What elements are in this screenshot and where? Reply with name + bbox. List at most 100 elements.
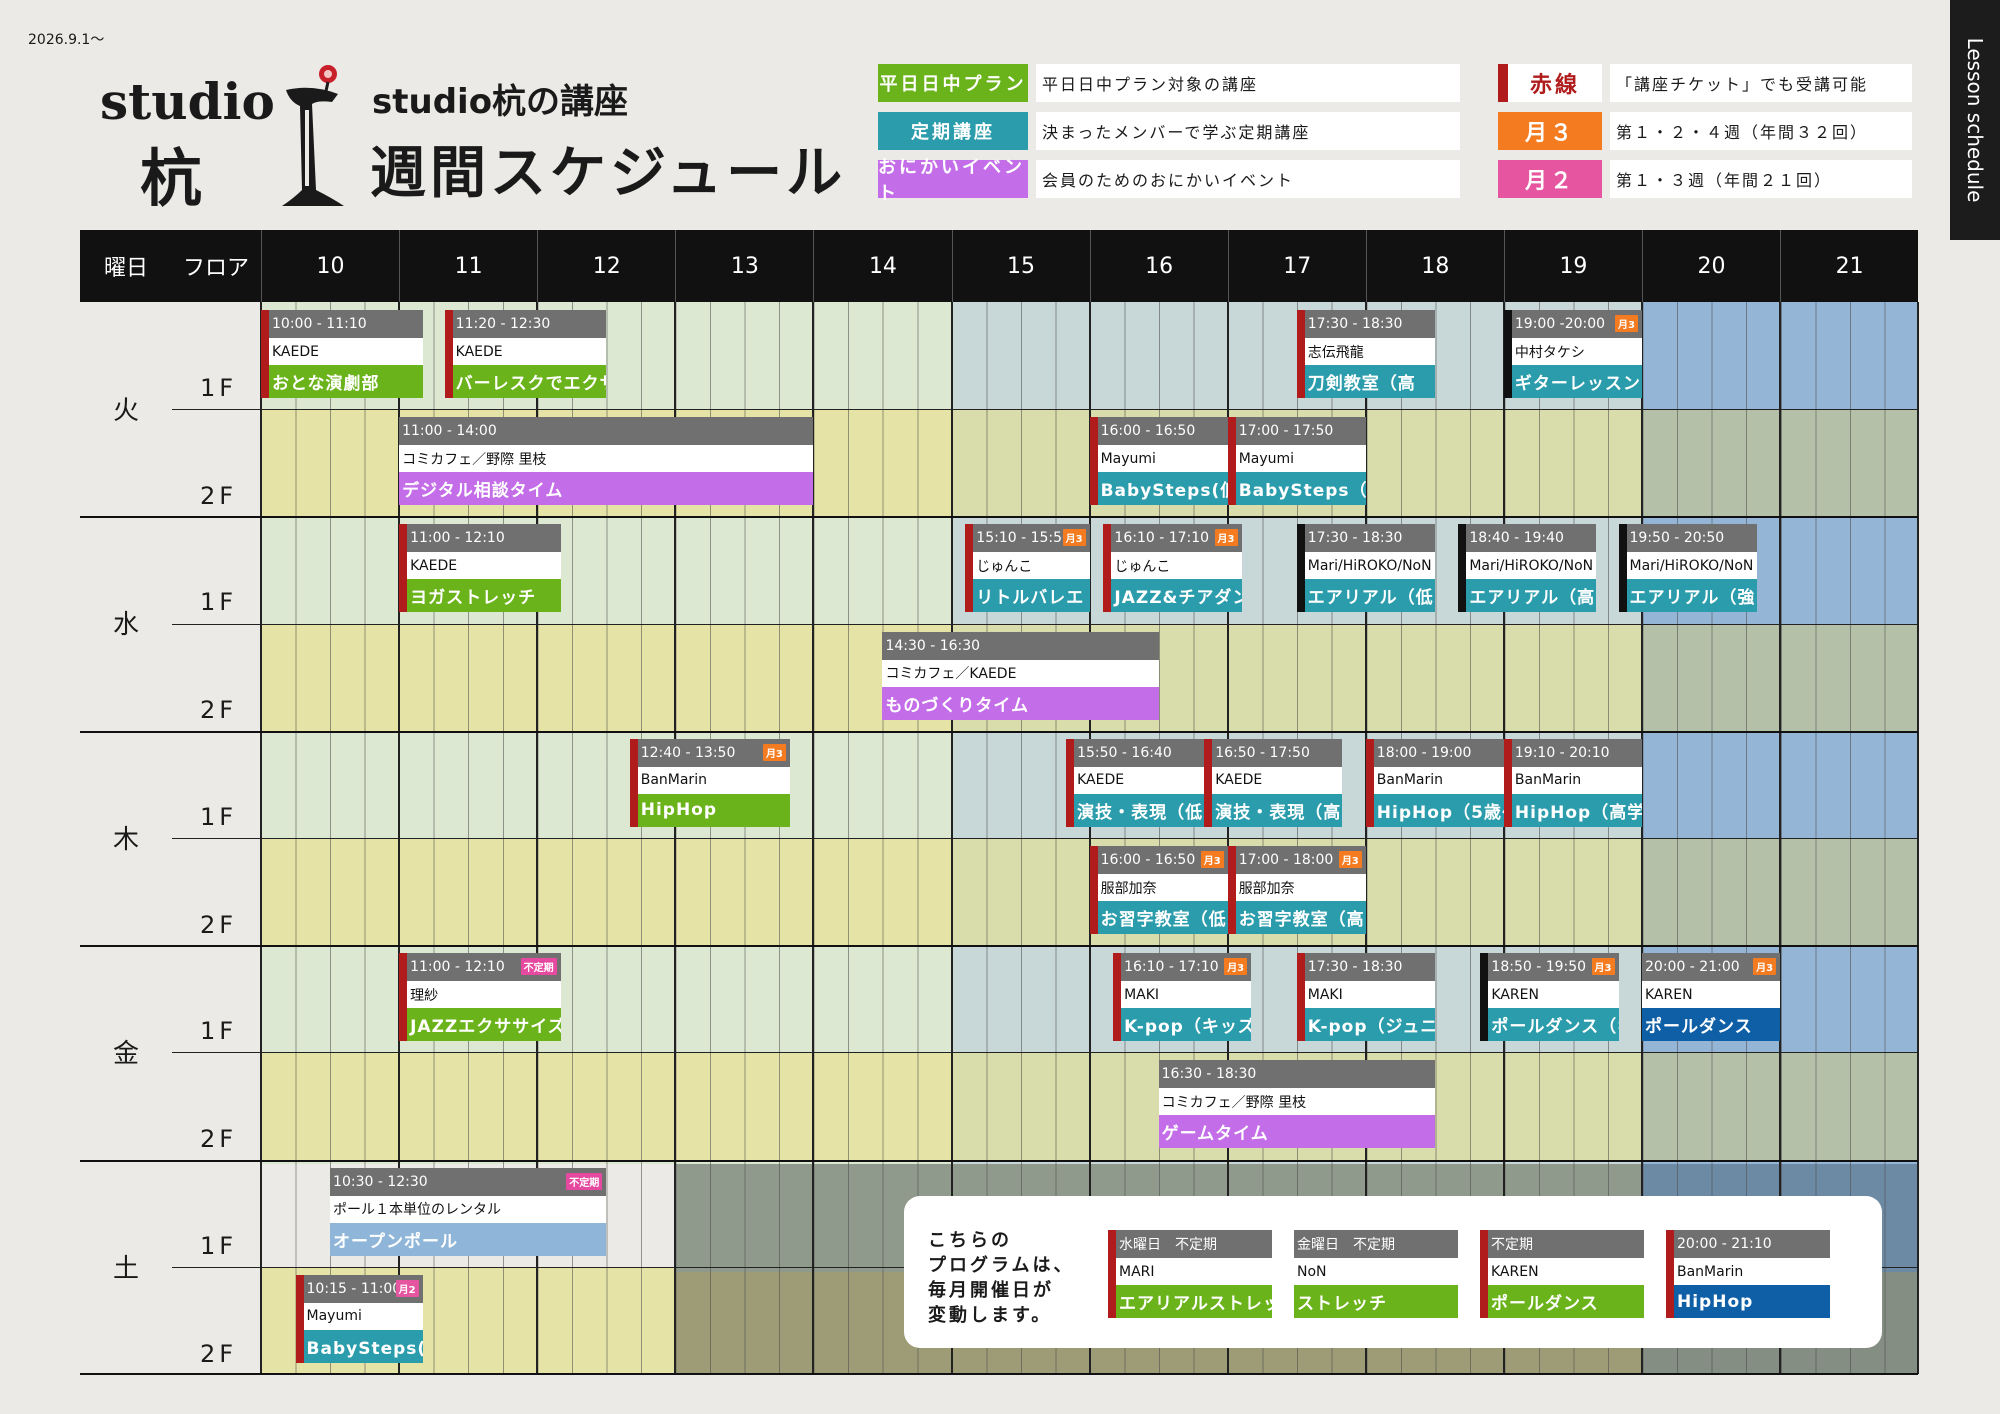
event-card-19[interactable]: 16:00 - 16:50 服部加奈 お習字教室（低 月3 (1089, 846, 1228, 934)
floor-separator (261, 1052, 1918, 1054)
event-course: ポールダンス（キッズ (1488, 1008, 1619, 1042)
event-card-21[interactable]: 11:00 - 12:10 理紗 JAZZエクササイズ 不定期 (399, 953, 561, 1042)
event-card-18[interactable]: 19:10 - 20:10 BanMarin HipHop（高学 (1503, 738, 1642, 827)
event-card-20[interactable]: 17:00 - 18:00 服部加奈 お習字教室（高 月3 (1227, 846, 1366, 934)
day-label: 火 (112, 396, 139, 426)
event-card-28[interactable]: 10:15 - 11:00MayumiBabySteps(キッズ月2 (295, 1274, 423, 1363)
event-instructor: 中村タケシ (1511, 338, 1642, 365)
event-card-note-0[interactable]: 水曜日 不定期MARIエアリアルストレッチ (1108, 1230, 1272, 1318)
event-instructor: 服部加奈 (1235, 874, 1366, 901)
event-course: お習字教室（低 (1097, 901, 1228, 934)
event-card-27[interactable]: 10:30 - 12:30 ポール１本単位のレンタル オープンポール 不定期 (330, 1167, 607, 1256)
event-time: 17:00 - 17:50 (1235, 417, 1366, 446)
event-instructor: KAEDE (1212, 766, 1343, 794)
event-course: K-pop（ジュニア (1304, 1008, 1435, 1042)
event-card-26[interactable]: 16:30 - 18:30 コミカフェ／野際 里枝 ゲームタイム (1158, 1060, 1435, 1149)
lesson-schedule-tab[interactable]: Lesson schedule (1950, 0, 2000, 240)
legend-desc: 会員のためのおにかいイベント (1036, 160, 1460, 198)
floor-label-2f: 2F (200, 910, 238, 939)
event-time: 14:30 - 16:30 (882, 631, 1159, 660)
event-card-16[interactable]: 16:50 - 17:50 KAEDE 演技・表現（高 (1204, 738, 1343, 827)
hour-header-11: 11 (399, 230, 537, 302)
event-card-11[interactable]: 18:40 - 19:40 Mari/HiROKO/NoN エアリアル（高 (1458, 524, 1597, 613)
event-course: 演技・表現（低 (1074, 793, 1205, 827)
event-course: エアリアルストレッチ (1116, 1285, 1272, 1318)
floor-separator (172, 1052, 261, 1054)
floor-separator (261, 838, 1918, 839)
event-time: 水曜日 不定期 (1116, 1230, 1272, 1258)
event-card-15[interactable]: 15:50 - 16:40 KAEDE 演技・表現（低 (1066, 738, 1205, 827)
event-card-0[interactable]: 10:00 - 11:10 KAEDE おとな演劇部 (261, 310, 423, 398)
legend-tag-redline: 赤線 (1498, 64, 1602, 102)
frequency-legend: 赤線 「講座チケット」でも受講可能 月３ 第１・２・４週（年間３２回） 月２ 第… (1498, 64, 1920, 198)
floor-separator (172, 838, 261, 839)
event-card-23[interactable]: 17:30 - 18:30MAKIK-pop（ジュニア (1296, 953, 1435, 1042)
event-card-8[interactable]: 15:10 - 15:50 じゅんこ リトルバレエ 月3 (965, 524, 1090, 613)
event-card-22[interactable]: 16:10 - 17:10 MAKI K-pop（キッズ 月3 (1113, 953, 1252, 1042)
event-instructor: 志伝飛龍 (1304, 338, 1435, 365)
event-card-note-1[interactable]: 金曜日 不定期 NoN ストレッチ (1294, 1230, 1458, 1318)
event-card-note-2[interactable]: 不定期 KAREN ポールダンス (1480, 1230, 1644, 1318)
event-time: 18:00 - 19:00 (1373, 738, 1504, 767)
floor-separator (261, 409, 1918, 411)
event-course: HipHop (1674, 1285, 1830, 1318)
event-instructor: KAREN (1642, 981, 1781, 1009)
event-course: デジタル相談タイム (399, 472, 814, 506)
event-card-7[interactable]: 11:00 - 12:10 KAEDE ヨガストレッチ (399, 524, 561, 613)
event-time: 17:30 - 18:30 (1304, 953, 1435, 982)
frequency-badge: 不定期 (566, 1172, 603, 1190)
event-course: ものづくりタイム (882, 686, 1159, 720)
floor-label-2f: 2F (200, 1339, 238, 1368)
event-instructor: KAREN (1488, 981, 1619, 1009)
event-course: ゲームタイム (1158, 1115, 1435, 1149)
legend-row: 月２ 第１・３週（年間２１回） (1498, 160, 1920, 198)
event-card-14[interactable]: 12:40 - 13:50 BanMarin HipHop 月3 (629, 738, 790, 827)
event-card-17[interactable]: 18:00 - 19:00BanMarinHipHop（5歳〜 (1365, 738, 1504, 827)
logo-stake-icon (282, 65, 344, 206)
event-instructor: KAEDE (1074, 766, 1205, 794)
event-card-1[interactable]: 11:20 - 12:30KAEDEバーレスクでエクササイズ (444, 310, 607, 398)
event-course: エアリアル（強 (1626, 579, 1757, 613)
event-card-2[interactable]: 17:30 - 18:30 志伝飛龍 刀剣教室（高 (1296, 310, 1435, 398)
event-card-24[interactable]: 18:50 - 19:50KARENポールダンス（キッズ月3 (1480, 953, 1619, 1042)
event-card-6[interactable]: 17:00 - 17:50MayumiBabySteps（高 (1227, 417, 1366, 506)
event-course: お習字教室（高 (1235, 901, 1366, 934)
event-card-5[interactable]: 16:00 - 16:50 Mayumi BabySteps(低 (1089, 417, 1228, 506)
frequency-badge: 月3 (1591, 958, 1615, 976)
event-card-note-3[interactable]: 20:00 - 21:10 BanMarin HipHop (1666, 1230, 1830, 1318)
event-course: おとな演劇部 (269, 365, 423, 398)
hour-header-20: 20 (1642, 230, 1780, 302)
event-card-10[interactable]: 17:30 - 18:30 Mari/HiROKO/NoN エアリアル（低 (1296, 524, 1435, 613)
event-instructor: じゅんこ (1111, 552, 1242, 580)
event-course: HipHop（高学 (1511, 793, 1642, 827)
legend-tag-weekday: 平日日中プラン (878, 64, 1028, 102)
legend-tag-event: おにかいイベント (878, 157, 1028, 204)
frequency-badge: 月3 (1615, 315, 1638, 332)
event-course: リトルバレエ (973, 579, 1090, 613)
legend-row: 月３ 第１・２・４週（年間３２回） (1498, 112, 1920, 150)
frequency-badge: 月3 (1224, 958, 1248, 976)
event-card-13[interactable]: 14:30 - 16:30 コミカフェ／KAEDE ものづくりタイム (882, 631, 1159, 720)
event-card-25[interactable]: 20:00 - 21:00 KAREN ポールダンス 月3 (1642, 953, 1781, 1042)
event-instructor: BanMarin (1674, 1258, 1830, 1285)
event-time: 11:00 - 12:10 (407, 524, 561, 553)
hour-header-15: 15 (951, 230, 1090, 302)
event-course: エアリアル（低 (1304, 579, 1435, 613)
day-label: 土 (112, 1253, 139, 1284)
frequency-badge: 月3 (1753, 958, 1777, 976)
event-time: 16:00 - 16:50 (1097, 417, 1228, 446)
event-time: 19:10 - 20:10 (1511, 738, 1642, 767)
event-instructor: コミカフェ／野際 里枝 (399, 445, 814, 473)
hour-header-16: 16 (1089, 230, 1228, 302)
event-instructor: 服部加奈 (1097, 874, 1228, 901)
event-card-3[interactable]: 19:00 -20:00 中村タケシ ギターレッスン 月3 (1503, 310, 1642, 398)
event-course: BabySteps(キッズ (303, 1329, 423, 1363)
legend-row: 平日日中プラン 平日日中プラン対象の講座 (878, 64, 1466, 102)
event-course: エアリアル（高 (1466, 579, 1597, 613)
day-separator (80, 516, 1918, 519)
event-card-4[interactable]: 11:00 - 14:00 コミカフェ／野際 里枝 デジタル相談タイム (399, 417, 814, 506)
event-instructor: BanMarin (1511, 766, 1642, 794)
logo-kanji-text: 杭 (140, 142, 203, 215)
event-card-12[interactable]: 19:50 - 20:50 Mari/HiROKO/NoN エアリアル（強 (1618, 524, 1757, 613)
event-card-9[interactable]: 16:10 - 17:10じゅんこJAZZ&チアダンス月3 (1103, 524, 1242, 613)
